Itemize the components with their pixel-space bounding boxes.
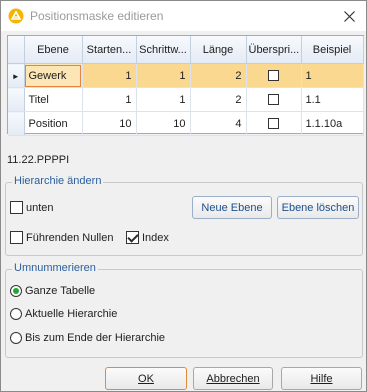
renumber-option-end-of-hierarchy[interactable]: Bis zum Ende der Hierarchie — [10, 332, 165, 344]
cell-skip[interactable] — [246, 87, 302, 112]
unten-option[interactable]: unten — [10, 201, 54, 214]
column-header-skip[interactable]: Überspri... — [246, 36, 302, 64]
cell-step[interactable]: 10 — [136, 111, 191, 136]
radio-label-whole-table[interactable]: Ganze Tabelle — [25, 285, 95, 297]
table-row[interactable]: Titel 1 1 2 1.1 — [8, 87, 364, 112]
cell-ebene[interactable]: Gewerk — [24, 63, 83, 88]
leading-zeros-option[interactable]: Führenden Nullen — [10, 231, 113, 244]
column-header-length[interactable]: Länge — [190, 36, 247, 64]
grid-header-corner — [8, 36, 25, 64]
cell-ebene[interactable]: Position — [24, 111, 83, 136]
cell-ebene[interactable]: Titel — [24, 87, 83, 112]
cell-step[interactable]: 1 — [136, 63, 191, 88]
row-indicator[interactable] — [8, 111, 25, 136]
radio-end-of-hierarchy[interactable] — [10, 332, 22, 344]
cancel-button-label: Abbrechen — [206, 372, 260, 385]
cell-step[interactable]: 1 — [136, 87, 191, 112]
cell-length[interactable]: 4 — [190, 111, 247, 136]
column-header-ebene[interactable]: Ebene — [24, 36, 83, 64]
cell-skip[interactable] — [246, 111, 302, 136]
level-grid[interactable]: Ebene Starten... Schrittw... Länge Übers… — [7, 35, 364, 136]
cell-example[interactable]: 1 — [301, 63, 364, 88]
table-row[interactable]: Position 10 10 4 1.1.10a — [8, 111, 364, 136]
close-button[interactable] — [332, 1, 366, 31]
column-header-start[interactable]: Starten... — [82, 36, 137, 64]
radio-label-end-of-hierarchy[interactable]: Bis zum Ende der Hierarchie — [25, 332, 165, 344]
radio-whole-table[interactable] — [10, 285, 22, 297]
leading-zeros-label[interactable]: Führenden Nullen — [26, 232, 113, 244]
renumber-option-whole-table[interactable]: Ganze Tabelle — [10, 285, 95, 297]
cell-length[interactable]: 2 — [190, 63, 247, 88]
index-checkbox[interactable] — [126, 231, 139, 244]
renumber-group-legend: Umnummerieren — [12, 262, 98, 274]
renumber-group: Umnummerieren Ganze Tabelle Aktuelle Hie… — [5, 262, 363, 358]
index-option[interactable]: Index — [126, 231, 169, 244]
cancel-button[interactable]: Abbrechen — [193, 367, 273, 390]
column-header-step[interactable]: Schrittw... — [136, 36, 191, 64]
cell-skip[interactable] — [246, 63, 302, 88]
unten-checkbox[interactable] — [10, 201, 23, 214]
index-label[interactable]: Index — [142, 232, 169, 244]
column-header-example[interactable]: Beispiel — [301, 36, 364, 64]
cell-start[interactable]: 1 — [82, 87, 137, 112]
row-indicator[interactable] — [8, 87, 25, 112]
new-level-button[interactable]: Neue Ebene — [192, 196, 272, 219]
hierarchy-group: Hierarchie ändern unten Neue Ebene Ebene… — [5, 175, 363, 256]
cell-length[interactable]: 2 — [190, 87, 247, 112]
title-bar: Positionsmaske editieren — [1, 1, 366, 31]
mask-code-label: 11.22.PPPPI — [7, 154, 70, 166]
radio-current-hierarchy[interactable] — [10, 308, 22, 320]
cell-example[interactable]: 1.1 — [301, 87, 364, 112]
ok-button-label: OK — [138, 372, 154, 385]
cell-start[interactable]: 1 — [82, 63, 137, 88]
renumber-option-current-hierarchy[interactable]: Aktuelle Hierarchie — [10, 308, 117, 320]
leading-zeros-checkbox[interactable] — [10, 231, 23, 244]
help-button[interactable]: Hilfe — [281, 367, 362, 390]
row-indicator[interactable]: ► — [8, 63, 25, 88]
app-logo-icon — [8, 8, 24, 24]
delete-level-button[interactable]: Ebene löschen — [277, 196, 359, 219]
help-button-label: Hilfe — [310, 372, 333, 385]
skip-checkbox[interactable] — [268, 70, 279, 82]
skip-checkbox[interactable] — [268, 94, 279, 106]
cell-start[interactable]: 10 — [82, 111, 137, 136]
cell-example[interactable]: 1.1.10a — [301, 111, 364, 136]
table-row[interactable]: ► Gewerk 1 1 2 1 — [8, 63, 364, 88]
dialog-window: Positionsmaske editieren Ebene Starten..… — [0, 0, 367, 392]
hierarchy-group-legend: Hierarchie ändern — [12, 175, 104, 187]
radio-label-current-hierarchy[interactable]: Aktuelle Hierarchie — [25, 308, 117, 320]
skip-checkbox[interactable] — [268, 118, 279, 130]
unten-label[interactable]: unten — [26, 202, 54, 214]
close-icon — [343, 10, 355, 22]
window-title: Positionsmaske editieren — [30, 9, 164, 23]
current-row-arrow-icon: ► — [11, 71, 20, 81]
grid-header-row: Ebene Starten... Schrittw... Länge Übers… — [8, 36, 364, 64]
ok-button[interactable]: OK — [105, 367, 187, 390]
